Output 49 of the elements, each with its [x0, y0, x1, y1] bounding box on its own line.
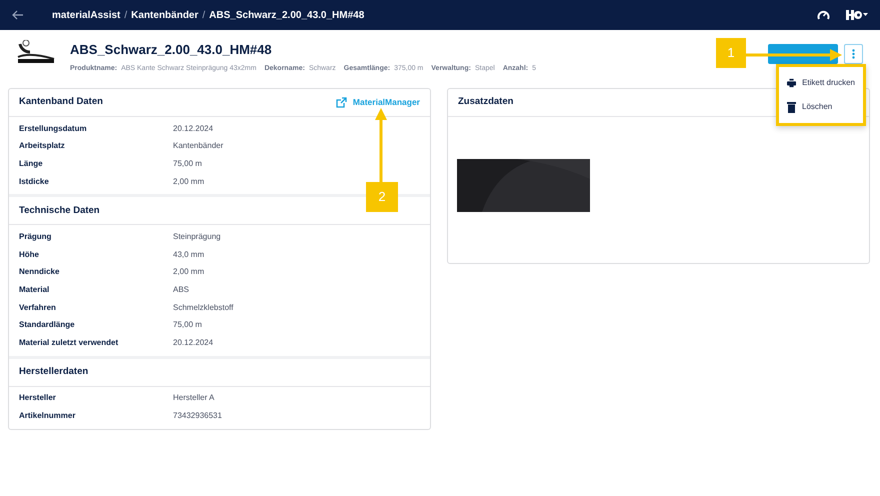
field-label: Artikelnummer	[19, 410, 76, 422]
page-title: ABS_Schwarz_2.00_43.0_HM#48	[70, 41, 273, 59]
menu-item[interactable]: Löschen	[779, 95, 863, 119]
more-options-button[interactable]	[844, 44, 863, 64]
back-arrow-icon[interactable]	[12, 10, 24, 20]
field-value: 20.12.2024	[173, 336, 214, 349]
card-title: Zusatzdaten	[458, 95, 514, 110]
section-title: Herstellerdaten	[19, 364, 88, 379]
field-value: 75,00 m	[173, 319, 202, 332]
field-value: ABS	[173, 284, 190, 296]
field-label: Material zuletzt verwendet	[19, 336, 120, 349]
gauge-icon[interactable]	[817, 9, 830, 21]
field-label: Standardlänge	[19, 319, 76, 332]
field-label: Nenndicke	[19, 266, 60, 278]
printer-icon	[787, 78, 796, 88]
edge-band-roll-icon	[16, 40, 56, 66]
field-label: Länge	[19, 158, 44, 170]
breadcrumb-separator: /	[202, 8, 206, 22]
field-label: Verfahren	[19, 302, 57, 314]
field-value: 2,00 mm	[173, 266, 204, 278]
field-label: Höhe	[19, 248, 40, 261]
callout-number: 2	[366, 182, 398, 212]
breadcrumb-link[interactable]: Kantenbänder	[131, 8, 198, 22]
menu-item[interactable]: Etikett drucken	[779, 71, 863, 95]
field-label: Arbeitsplatz	[19, 140, 66, 152]
field-value: 20.12.2024	[173, 122, 214, 135]
field-label: Istdicke	[19, 176, 50, 188]
field-value: 73432936531	[173, 410, 222, 422]
field-value: Kantenbänder	[173, 140, 224, 152]
callout-number: 1	[716, 38, 746, 68]
field-value: 75,00 m	[173, 158, 202, 170]
breadcrumb-separator: /	[124, 8, 128, 22]
breadcrumb-link[interactable]: materialAssist	[52, 8, 120, 22]
section-title: Technische Daten	[19, 204, 100, 218]
field-value: Steinprägung	[173, 231, 221, 244]
user-menu-icon[interactable]	[846, 9, 868, 21]
field-value: 43,0 mm	[173, 248, 204, 261]
field-label: Material	[19, 284, 50, 296]
field-label: Prägung	[19, 231, 52, 244]
field-value: Schmelzklebstoff	[173, 302, 234, 314]
field-label: Hersteller	[19, 392, 57, 404]
field-label: Erstellungsdatum	[19, 122, 88, 135]
kebab-icon	[852, 49, 855, 59]
trash-icon	[787, 102, 796, 112]
section-title: Kantenband Daten	[19, 95, 103, 110]
field-value: 2,00 mm	[173, 176, 204, 188]
page-breadcrumb: ABS_Schwarz_2.00_43.0_HM#48	[209, 8, 364, 22]
external-link-icon	[336, 97, 347, 108]
field-value: Hersteller A	[173, 392, 214, 404]
